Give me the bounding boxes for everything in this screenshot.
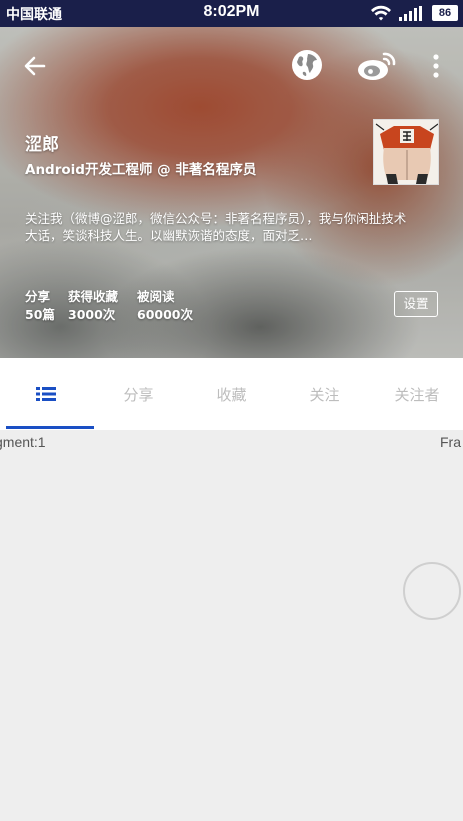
stat-shares: 分享 50篇 bbox=[25, 286, 55, 323]
tab-label: 分享 bbox=[123, 385, 154, 404]
more-options-icon[interactable] bbox=[428, 51, 444, 81]
back-arrow-icon[interactable] bbox=[20, 51, 50, 81]
status-bar: 中国联通 8:02PM 86 bbox=[0, 0, 463, 27]
weibo-icon[interactable] bbox=[356, 49, 398, 83]
tab-followers[interactable]: 关注者 bbox=[371, 358, 463, 430]
fragment-label: gment:1 bbox=[0, 434, 46, 450]
battery-indicator: 86 bbox=[432, 5, 458, 21]
tab-label: 关注者 bbox=[394, 385, 440, 404]
clock: 8:02PM bbox=[203, 3, 260, 20]
stat-label: 获得收藏 bbox=[68, 289, 119, 304]
avatar-image bbox=[374, 120, 438, 184]
tab-indicator bbox=[6, 426, 94, 429]
floating-action-circle[interactable] bbox=[403, 562, 461, 620]
profile-name: 涩郎 bbox=[25, 135, 59, 155]
stat-favorites: 获得收藏 3000次 bbox=[68, 286, 118, 323]
profile-bio: 关注我（微博@涩郎，微信公众号：非著名程序员），我与你闲扯技术大话，笑谈科技人生… bbox=[25, 211, 407, 243]
tab-bar: 分享 收藏 关注 关注者 bbox=[0, 358, 463, 430]
stat-value: 3000次 bbox=[68, 307, 116, 322]
stat-value: 50篇 bbox=[25, 307, 55, 322]
profile-title: Android开发工程师 @ 非著名程序员 bbox=[25, 162, 257, 178]
stat-label: 分享 bbox=[25, 289, 51, 304]
tab-shares[interactable]: 分享 bbox=[92, 358, 185, 430]
fragment-content: gment:1 Fra bbox=[0, 430, 463, 821]
tab-favorites[interactable]: 收藏 bbox=[185, 358, 278, 430]
signal-icon bbox=[399, 6, 422, 21]
stat-reads: 被阅读 60000次 bbox=[137, 286, 193, 323]
profile-header: 涩郎 Android开发工程师 @ 非著名程序员 关注我（微博@涩郎，微信公众号… bbox=[0, 27, 463, 358]
stat-value: 60000次 bbox=[137, 307, 193, 322]
tab-posts[interactable] bbox=[0, 358, 92, 430]
tab-label: 关注 bbox=[309, 385, 340, 404]
next-fragment-label: Fra bbox=[440, 434, 461, 450]
tab-following[interactable]: 关注 bbox=[278, 358, 371, 430]
settings-button[interactable]: 设置 bbox=[394, 291, 438, 317]
avatar[interactable] bbox=[373, 119, 439, 185]
globe-icon[interactable] bbox=[290, 48, 324, 82]
list-icon bbox=[36, 387, 56, 401]
tab-label: 收藏 bbox=[216, 385, 247, 404]
wifi-icon bbox=[371, 5, 391, 21]
stat-label: 被阅读 bbox=[137, 289, 175, 304]
